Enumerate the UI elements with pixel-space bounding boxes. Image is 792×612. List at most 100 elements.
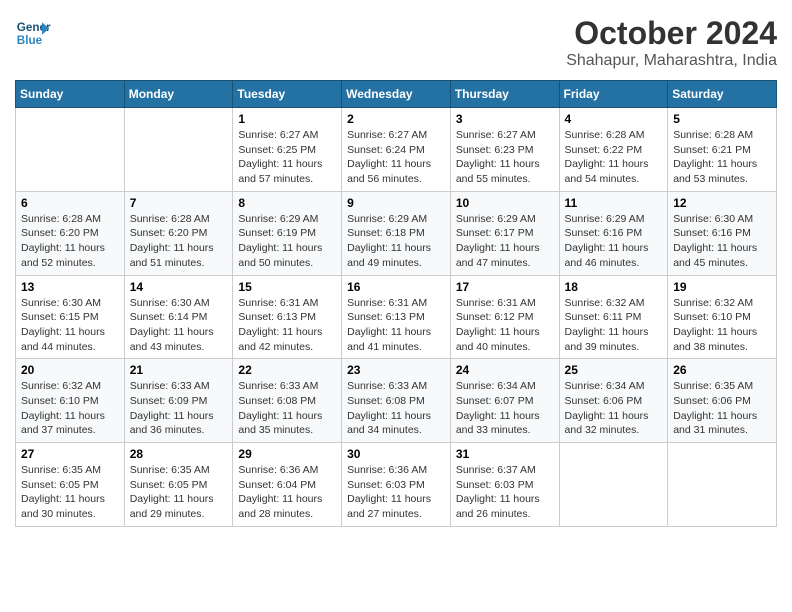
day-info: Sunrise: 6:28 AMSunset: 6:20 PMDaylight:… — [130, 212, 228, 271]
day-number: 19 — [673, 280, 771, 294]
day-number: 8 — [238, 196, 336, 210]
weekday-header: Wednesday — [342, 81, 451, 108]
day-number: 3 — [456, 112, 554, 126]
day-info: Sunrise: 6:28 AMSunset: 6:22 PMDaylight:… — [565, 128, 663, 187]
svg-text:Blue: Blue — [17, 34, 43, 47]
day-number: 24 — [456, 363, 554, 377]
calendar-week-row: 27 Sunrise: 6:35 AMSunset: 6:05 PMDaylig… — [16, 443, 777, 527]
calendar-cell: 17 Sunrise: 6:31 AMSunset: 6:12 PMDaylig… — [450, 275, 559, 359]
calendar-cell: 22 Sunrise: 6:33 AMSunset: 6:08 PMDaylig… — [233, 359, 342, 443]
day-number: 23 — [347, 363, 445, 377]
day-number: 17 — [456, 280, 554, 294]
day-number: 15 — [238, 280, 336, 294]
calendar-table: SundayMondayTuesdayWednesdayThursdayFrid… — [15, 80, 777, 527]
day-number: 7 — [130, 196, 228, 210]
day-info: Sunrise: 6:32 AMSunset: 6:10 PMDaylight:… — [21, 379, 119, 438]
calendar-cell: 10 Sunrise: 6:29 AMSunset: 6:17 PMDaylig… — [450, 191, 559, 275]
calendar-cell: 23 Sunrise: 6:33 AMSunset: 6:08 PMDaylig… — [342, 359, 451, 443]
day-info: Sunrise: 6:31 AMSunset: 6:13 PMDaylight:… — [238, 296, 336, 355]
calendar-cell: 6 Sunrise: 6:28 AMSunset: 6:20 PMDayligh… — [16, 191, 125, 275]
day-info: Sunrise: 6:30 AMSunset: 6:15 PMDaylight:… — [21, 296, 119, 355]
day-number: 4 — [565, 112, 663, 126]
day-info: Sunrise: 6:29 AMSunset: 6:16 PMDaylight:… — [565, 212, 663, 271]
weekday-header: Thursday — [450, 81, 559, 108]
day-number: 13 — [21, 280, 119, 294]
day-info: Sunrise: 6:35 AMSunset: 6:06 PMDaylight:… — [673, 379, 771, 438]
day-info: Sunrise: 6:33 AMSunset: 6:08 PMDaylight:… — [347, 379, 445, 438]
calendar-cell: 11 Sunrise: 6:29 AMSunset: 6:16 PMDaylig… — [559, 191, 668, 275]
calendar-cell: 2 Sunrise: 6:27 AMSunset: 6:24 PMDayligh… — [342, 108, 451, 192]
day-number: 18 — [565, 280, 663, 294]
calendar-cell: 13 Sunrise: 6:30 AMSunset: 6:15 PMDaylig… — [16, 275, 125, 359]
calendar-cell: 15 Sunrise: 6:31 AMSunset: 6:13 PMDaylig… — [233, 275, 342, 359]
month-title: October 2024 — [566, 15, 777, 52]
logo: General Blue — [15, 15, 51, 51]
calendar-cell: 7 Sunrise: 6:28 AMSunset: 6:20 PMDayligh… — [124, 191, 233, 275]
day-info: Sunrise: 6:27 AMSunset: 6:24 PMDaylight:… — [347, 128, 445, 187]
calendar-cell: 5 Sunrise: 6:28 AMSunset: 6:21 PMDayligh… — [668, 108, 777, 192]
page-header: General Blue October 2024 Shahapur, Maha… — [15, 15, 777, 70]
day-info: Sunrise: 6:31 AMSunset: 6:12 PMDaylight:… — [456, 296, 554, 355]
calendar-cell — [559, 443, 668, 527]
day-number: 5 — [673, 112, 771, 126]
calendar-cell: 3 Sunrise: 6:27 AMSunset: 6:23 PMDayligh… — [450, 108, 559, 192]
day-number: 31 — [456, 447, 554, 461]
day-number: 9 — [347, 196, 445, 210]
day-info: Sunrise: 6:35 AMSunset: 6:05 PMDaylight:… — [21, 463, 119, 522]
day-info: Sunrise: 6:33 AMSunset: 6:09 PMDaylight:… — [130, 379, 228, 438]
day-info: Sunrise: 6:27 AMSunset: 6:23 PMDaylight:… — [456, 128, 554, 187]
calendar-week-row: 6 Sunrise: 6:28 AMSunset: 6:20 PMDayligh… — [16, 191, 777, 275]
day-info: Sunrise: 6:28 AMSunset: 6:20 PMDaylight:… — [21, 212, 119, 271]
calendar-cell: 8 Sunrise: 6:29 AMSunset: 6:19 PMDayligh… — [233, 191, 342, 275]
calendar-cell: 16 Sunrise: 6:31 AMSunset: 6:13 PMDaylig… — [342, 275, 451, 359]
day-number: 25 — [565, 363, 663, 377]
logo-icon: General Blue — [15, 15, 51, 51]
calendar-cell: 27 Sunrise: 6:35 AMSunset: 6:05 PMDaylig… — [16, 443, 125, 527]
calendar-cell: 14 Sunrise: 6:30 AMSunset: 6:14 PMDaylig… — [124, 275, 233, 359]
calendar-cell — [16, 108, 125, 192]
calendar-cell: 1 Sunrise: 6:27 AMSunset: 6:25 PMDayligh… — [233, 108, 342, 192]
day-info: Sunrise: 6:30 AMSunset: 6:16 PMDaylight:… — [673, 212, 771, 271]
day-info: Sunrise: 6:29 AMSunset: 6:18 PMDaylight:… — [347, 212, 445, 271]
day-info: Sunrise: 6:27 AMSunset: 6:25 PMDaylight:… — [238, 128, 336, 187]
day-number: 20 — [21, 363, 119, 377]
day-number: 22 — [238, 363, 336, 377]
day-number: 10 — [456, 196, 554, 210]
calendar-week-row: 1 Sunrise: 6:27 AMSunset: 6:25 PMDayligh… — [16, 108, 777, 192]
calendar-cell: 24 Sunrise: 6:34 AMSunset: 6:07 PMDaylig… — [450, 359, 559, 443]
day-info: Sunrise: 6:32 AMSunset: 6:11 PMDaylight:… — [565, 296, 663, 355]
calendar-cell: 31 Sunrise: 6:37 AMSunset: 6:03 PMDaylig… — [450, 443, 559, 527]
day-info: Sunrise: 6:36 AMSunset: 6:03 PMDaylight:… — [347, 463, 445, 522]
day-info: Sunrise: 6:34 AMSunset: 6:07 PMDaylight:… — [456, 379, 554, 438]
calendar-cell: 21 Sunrise: 6:33 AMSunset: 6:09 PMDaylig… — [124, 359, 233, 443]
day-info: Sunrise: 6:33 AMSunset: 6:08 PMDaylight:… — [238, 379, 336, 438]
day-number: 29 — [238, 447, 336, 461]
day-number: 21 — [130, 363, 228, 377]
calendar-week-row: 13 Sunrise: 6:30 AMSunset: 6:15 PMDaylig… — [16, 275, 777, 359]
day-info: Sunrise: 6:35 AMSunset: 6:05 PMDaylight:… — [130, 463, 228, 522]
weekday-header: Monday — [124, 81, 233, 108]
weekday-header-row: SundayMondayTuesdayWednesdayThursdayFrid… — [16, 81, 777, 108]
title-block: October 2024 Shahapur, Maharashtra, Indi… — [566, 15, 777, 70]
day-info: Sunrise: 6:29 AMSunset: 6:17 PMDaylight:… — [456, 212, 554, 271]
day-number: 1 — [238, 112, 336, 126]
calendar-cell: 12 Sunrise: 6:30 AMSunset: 6:16 PMDaylig… — [668, 191, 777, 275]
calendar-cell: 4 Sunrise: 6:28 AMSunset: 6:22 PMDayligh… — [559, 108, 668, 192]
day-number: 16 — [347, 280, 445, 294]
day-info: Sunrise: 6:37 AMSunset: 6:03 PMDaylight:… — [456, 463, 554, 522]
calendar-cell — [124, 108, 233, 192]
calendar-cell: 30 Sunrise: 6:36 AMSunset: 6:03 PMDaylig… — [342, 443, 451, 527]
day-info: Sunrise: 6:34 AMSunset: 6:06 PMDaylight:… — [565, 379, 663, 438]
weekday-header: Tuesday — [233, 81, 342, 108]
weekday-header: Saturday — [668, 81, 777, 108]
day-number: 11 — [565, 196, 663, 210]
calendar-cell: 18 Sunrise: 6:32 AMSunset: 6:11 PMDaylig… — [559, 275, 668, 359]
calendar-cell: 25 Sunrise: 6:34 AMSunset: 6:06 PMDaylig… — [559, 359, 668, 443]
calendar-cell: 29 Sunrise: 6:36 AMSunset: 6:04 PMDaylig… — [233, 443, 342, 527]
day-number: 30 — [347, 447, 445, 461]
day-info: Sunrise: 6:29 AMSunset: 6:19 PMDaylight:… — [238, 212, 336, 271]
calendar-cell: 26 Sunrise: 6:35 AMSunset: 6:06 PMDaylig… — [668, 359, 777, 443]
day-number: 12 — [673, 196, 771, 210]
day-info: Sunrise: 6:32 AMSunset: 6:10 PMDaylight:… — [673, 296, 771, 355]
weekday-header: Friday — [559, 81, 668, 108]
